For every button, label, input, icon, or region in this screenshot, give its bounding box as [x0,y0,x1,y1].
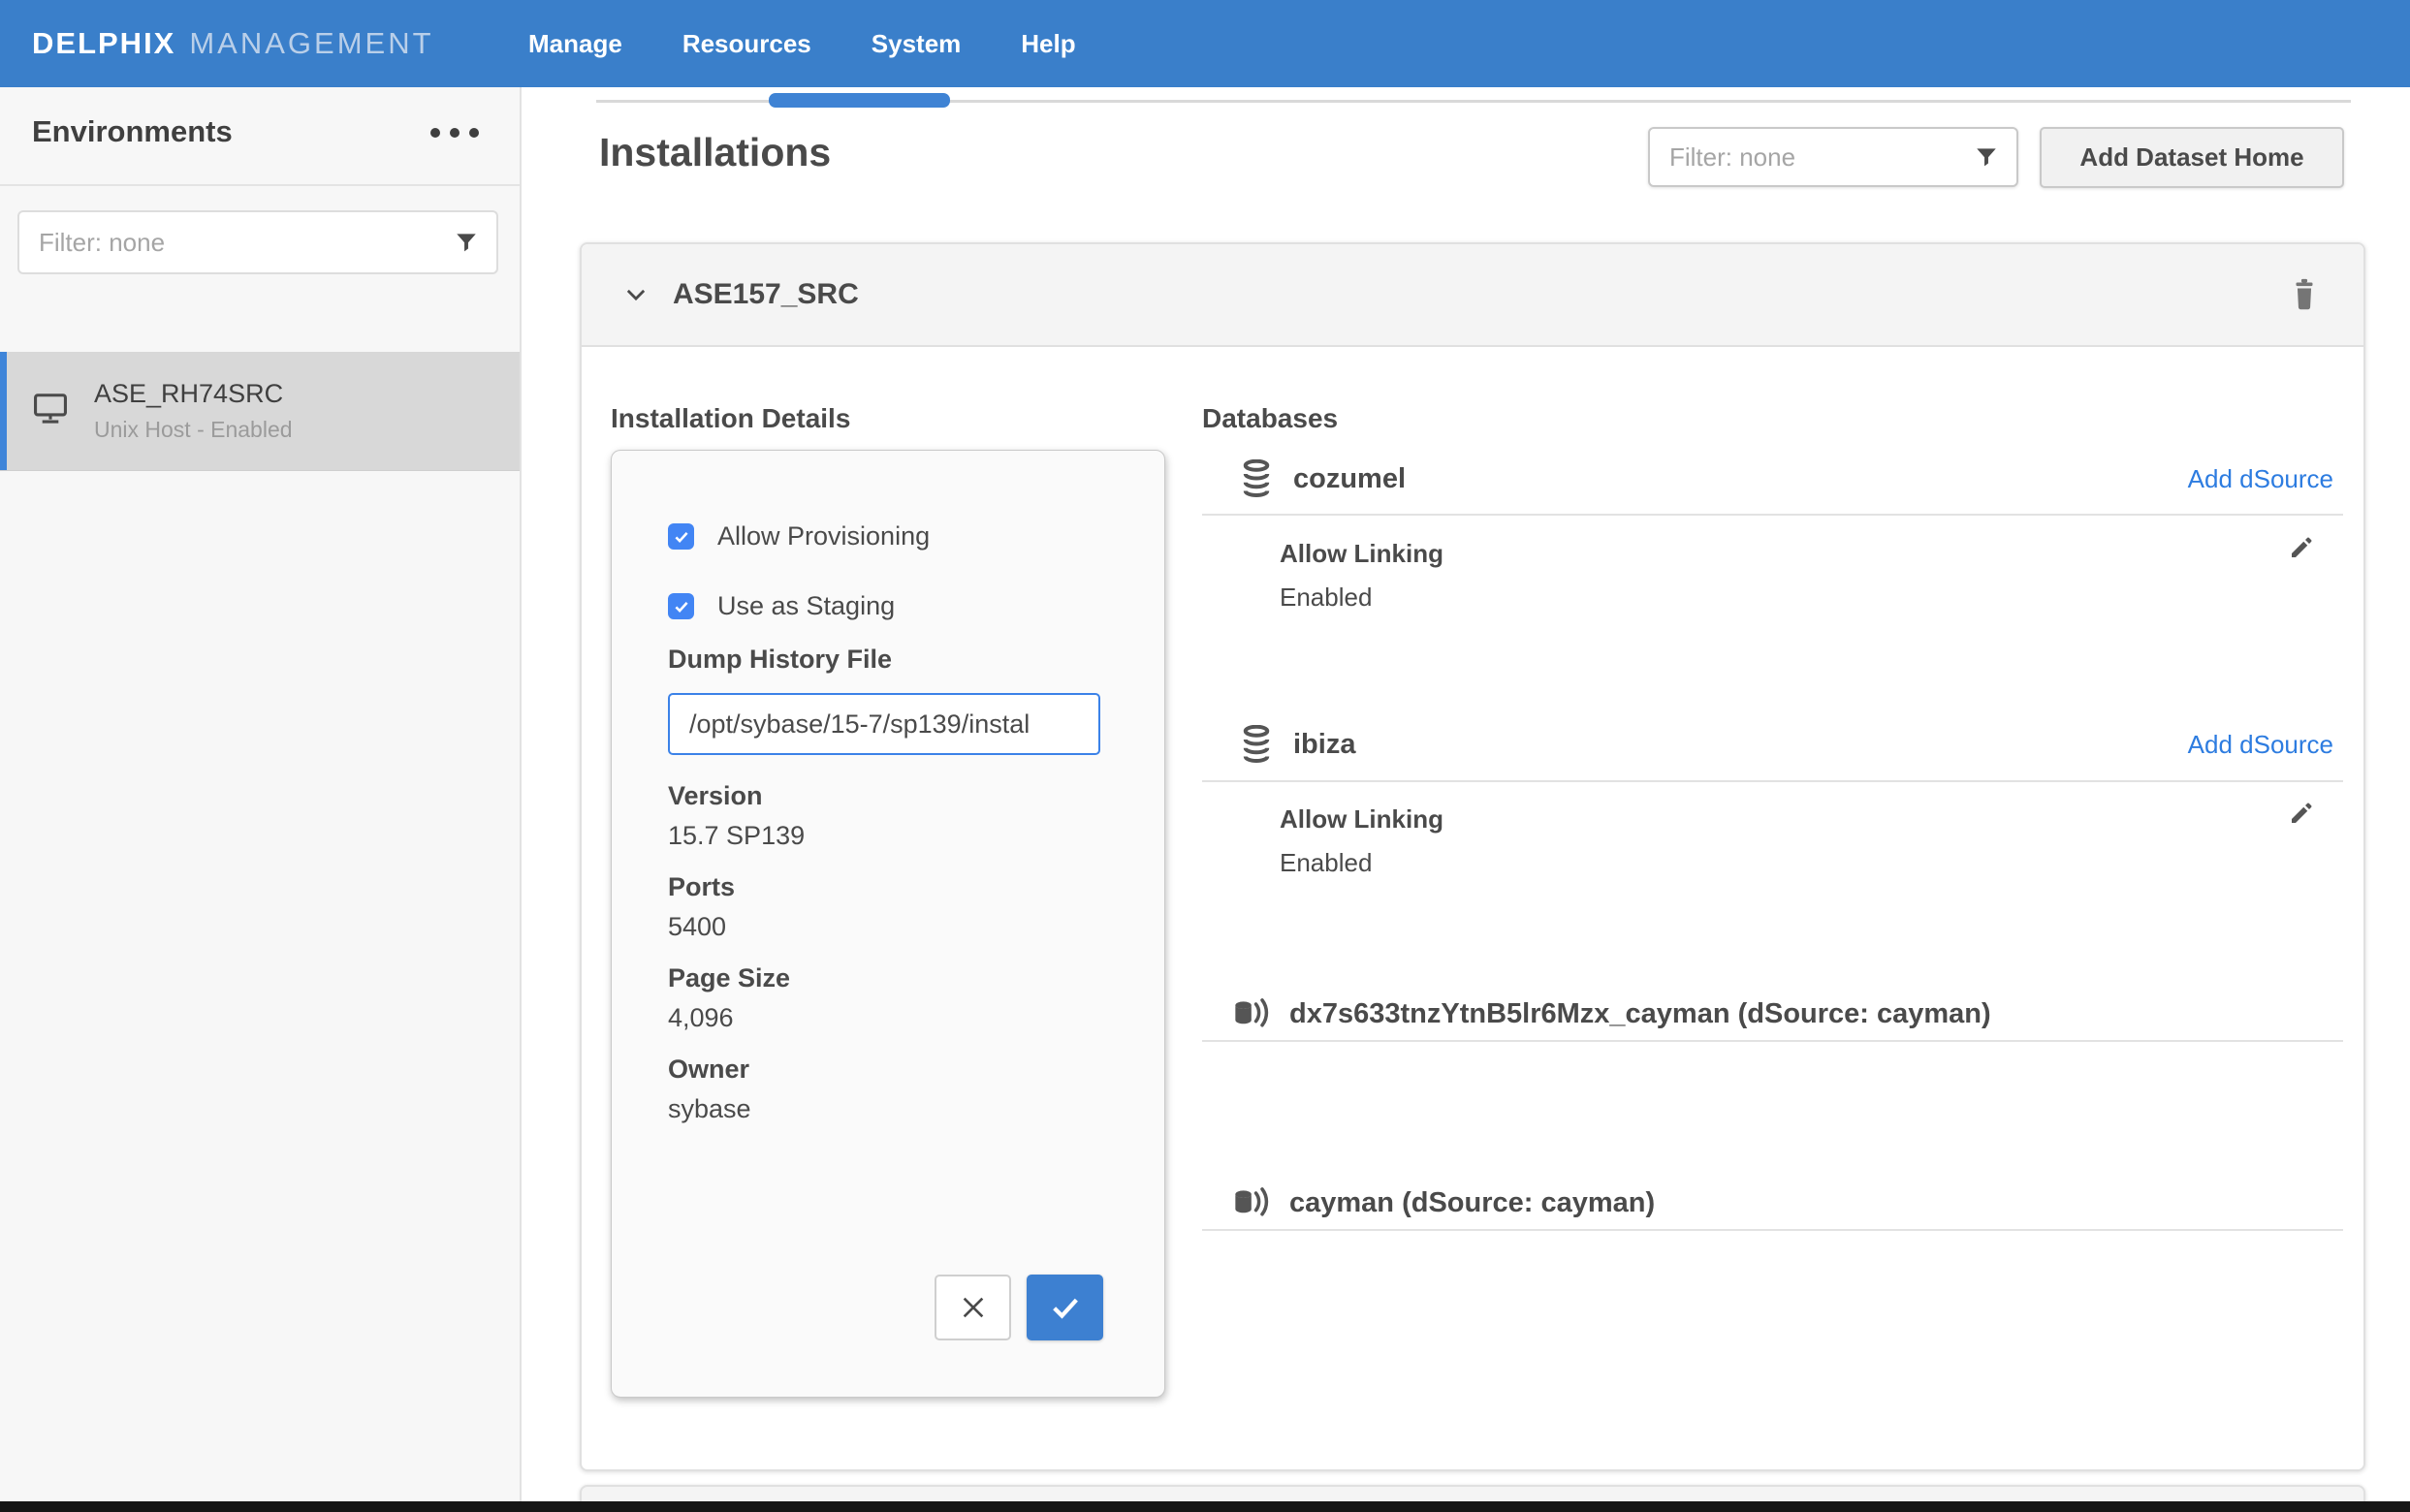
allow-linking-label: Allow Linking [1280,804,1443,835]
installation-details-card: Allow Provisioning Use as Staging Dump H… [611,450,1165,1398]
dsource-name: dx7s633tnzYtnB5lr6Mzx_cayman (dSource: c… [1289,998,1991,1030]
row-divider [1202,1229,2343,1231]
installations-filter [1648,127,2018,187]
row-divider [1202,780,2343,782]
brand-secondary: MANAGEMENT [189,26,433,61]
brand-primary: DELPHIX [32,26,175,61]
cancel-button[interactable] [935,1275,1011,1340]
dsource-broadcast-database-icon [1233,997,1272,1030]
filter-funnel-icon[interactable] [1974,144,1999,170]
close-icon [958,1292,989,1323]
allow-linking-property: Allow Linking Enabled [1280,539,1443,613]
page-size-value: 4,096 [668,1003,790,1033]
page-size-label: Page Size [668,963,790,993]
use-as-staging-row: Use as Staging [668,591,895,621]
version-label: Version [668,781,805,811]
environment-status: Unix Host - Enabled [94,417,293,443]
sidebar-item-environment[interactable]: ASE_RH74SRC Unix Host - Enabled [0,352,520,471]
host-icon [32,392,69,431]
use-as-staging-label: Use as Staging [717,591,895,621]
ellipsis-menu-icon[interactable] [430,128,479,138]
nav-item-help[interactable]: Help [1021,29,1075,59]
installation-panel: ASE157_SRC Installation Details [580,242,2365,1471]
owner-field: Owner sybase [668,1055,751,1124]
dump-history-file-input[interactable] [668,693,1100,755]
add-dsource-link[interactable]: Add dSource [2188,464,2333,494]
environment-name: ASE_RH74SRC [94,379,293,409]
sidebar-filter [17,210,498,274]
database-row: cozumel Add dSource [1202,452,2343,506]
edit-pencil-icon[interactable] [2287,533,2316,562]
ports-field: Ports 5400 [668,872,735,942]
dsource-broadcast-database-icon [1233,1186,1272,1219]
installation-details-title: Installation Details [611,403,850,434]
owner-value: sybase [668,1094,751,1124]
filter-funnel-icon[interactable] [454,230,479,255]
allow-linking-label: Allow Linking [1280,539,1443,569]
version-field: Version 15.7 SP139 [668,781,805,851]
allow-provisioning-row: Allow Provisioning [668,521,930,551]
dsource-row: cayman (dSource: cayman) [1202,1176,2343,1230]
database-icon [1239,459,1274,498]
nav-item-system[interactable]: System [872,29,962,59]
version-value: 15.7 SP139 [668,821,805,851]
allow-linking-value: Enabled [1280,848,1443,878]
dsource-row: dx7s633tnzYtnB5lr6Mzx_cayman (dSource: c… [1202,987,2343,1041]
main-nav: Manage Resources System Help [528,0,1076,87]
sidebar-title: Environments [32,114,233,149]
installation-name: ASE157_SRC [673,278,859,311]
database-name: ibiza [1293,729,1355,761]
use-as-staging-checkbox[interactable] [668,593,694,619]
sidebar-header: Environments [0,87,520,186]
installation-panel-header[interactable]: ASE157_SRC [582,244,2363,347]
dump-history-file-label: Dump History File [668,645,892,675]
trash-icon[interactable] [2290,277,2319,310]
bottom-edge-artifact [0,1501,2410,1512]
nav-item-manage[interactable]: Manage [528,29,622,59]
page-title: Installations [599,130,831,175]
selected-accent-bar [0,352,7,470]
brand-logo: DELPHIX MANAGEMENT [32,0,434,87]
installations-filter-input[interactable] [1667,142,1974,173]
ports-label: Ports [668,872,735,902]
dsource-name: cayman (dSource: cayman) [1289,1187,1655,1219]
row-divider [1202,514,2343,516]
sidebar-filter-input[interactable] [37,227,454,259]
horizontal-scrollbar-thumb[interactable] [769,93,950,108]
edit-pencil-icon[interactable] [2287,799,2316,828]
page-size-field: Page Size 4,096 [668,963,790,1033]
ports-value: 5400 [668,912,735,942]
database-row: ibiza Add dSource [1202,717,2343,772]
allow-provisioning-checkbox[interactable] [668,523,694,550]
databases-title: Databases [1202,403,1338,434]
environments-sidebar: Environments ASE_RH74SRC Unix Host - Ena… [0,87,522,1512]
allow-provisioning-label: Allow Provisioning [717,521,930,551]
chevron-down-icon[interactable] [622,281,650,308]
details-card-actions [935,1275,1103,1340]
row-divider [1202,1040,2343,1042]
main-content: Installations Add Dataset Home ASE157_SR… [523,87,2410,1512]
add-dsource-link[interactable]: Add dSource [2188,730,2333,760]
database-icon [1239,725,1274,764]
database-name: cozumel [1293,463,1406,495]
add-dataset-home-button[interactable]: Add Dataset Home [2040,127,2344,188]
top-nav: DELPHIX MANAGEMENT Manage Resources Syst… [0,0,2410,87]
nav-item-resources[interactable]: Resources [682,29,811,59]
check-icon [1049,1291,1082,1324]
confirm-button[interactable] [1027,1275,1103,1340]
allow-linking-value: Enabled [1280,583,1443,613]
delphix-management-app: DELPHIX MANAGEMENT Manage Resources Syst… [0,0,2410,1512]
owner-label: Owner [668,1055,751,1085]
allow-linking-property: Allow Linking Enabled [1280,804,1443,878]
